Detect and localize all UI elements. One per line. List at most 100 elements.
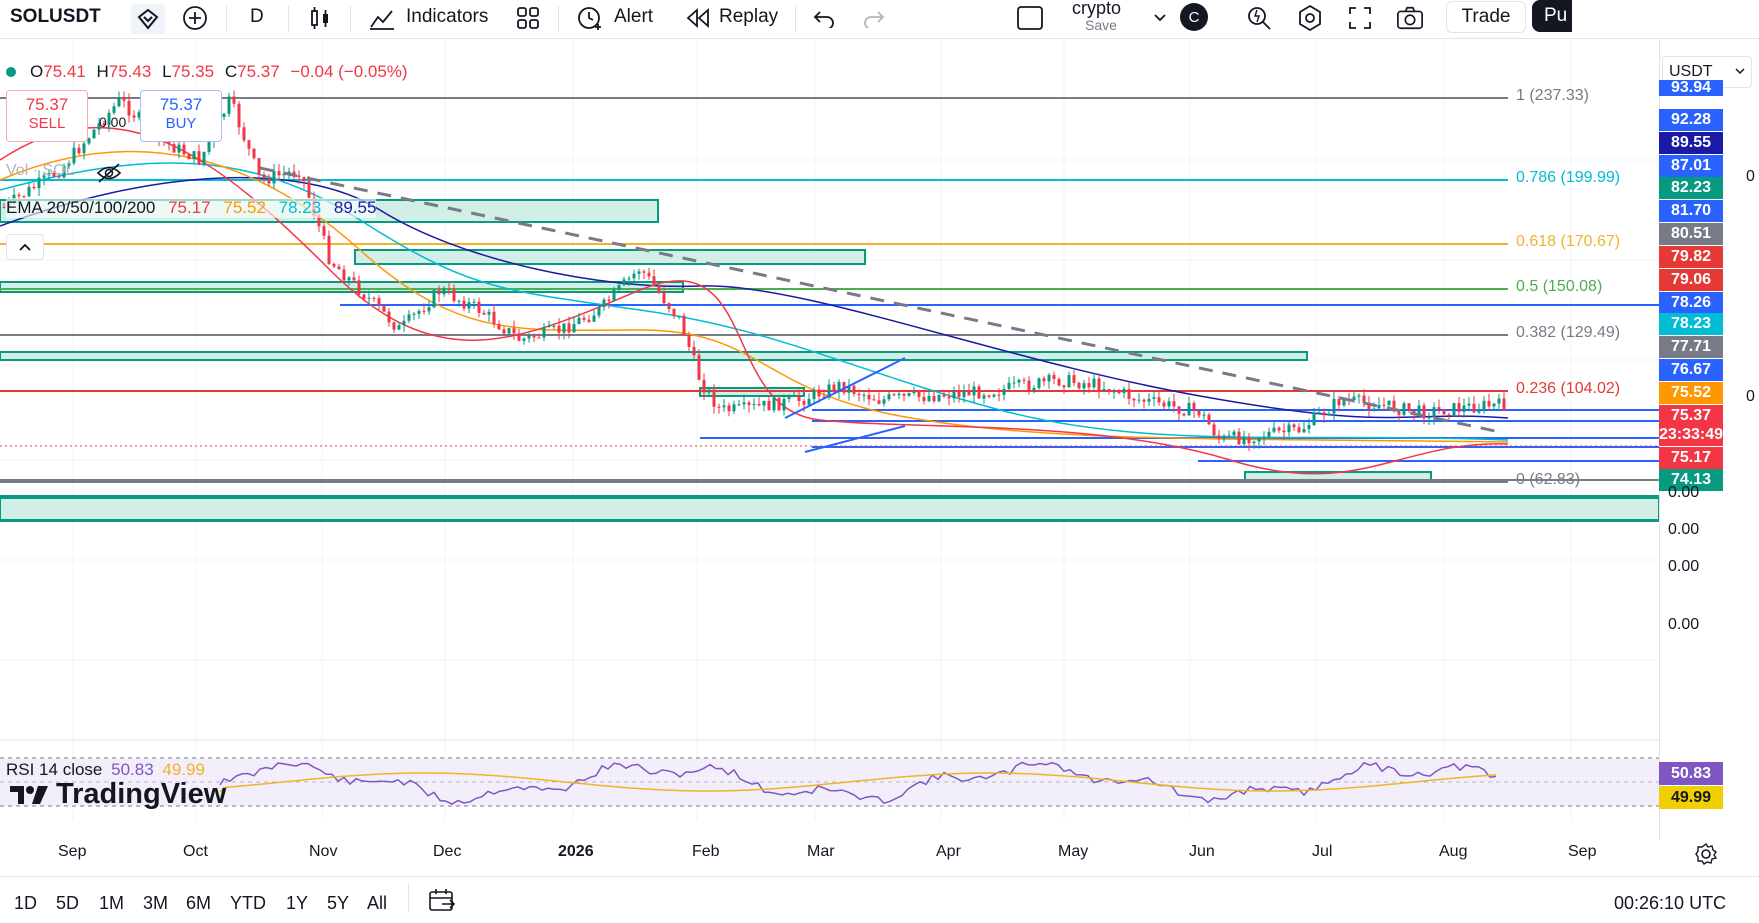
candle-body: [722, 405, 726, 408]
collapse-legend-button[interactable]: [6, 234, 44, 260]
candle-body: [502, 329, 506, 334]
candle-body: [327, 235, 331, 264]
chevron-up-icon: [19, 243, 31, 251]
fib-level-label: 0.382 (129.49): [1516, 324, 1621, 341]
candle-body: [187, 154, 191, 160]
templates-grid-icon[interactable]: [514, 4, 542, 32]
quick-search-icon[interactable]: [1245, 4, 1273, 32]
candle-body: [1257, 437, 1261, 442]
indicators-icon[interactable]: [368, 4, 396, 32]
layout-square-icon[interactable]: [1016, 4, 1044, 32]
time-axis-label: Oct: [183, 843, 208, 860]
range-button-6m[interactable]: 6M: [186, 893, 211, 914]
axis-settings-gear-icon[interactable]: [1694, 842, 1718, 866]
candle-body: [262, 174, 266, 179]
candles-icon[interactable]: [306, 4, 334, 32]
candle-body: [1197, 410, 1201, 416]
candle-body: [1042, 378, 1046, 382]
range-button-all[interactable]: All: [367, 893, 387, 914]
rsi-tag-value: 50.83: [1670, 764, 1712, 782]
indicators-button[interactable]: Indicators: [406, 6, 488, 28]
utc-clock[interactable]: 00:26:10 UTC: [1614, 893, 1726, 914]
candle-body: [222, 113, 226, 117]
candle-body: [272, 171, 276, 184]
hide-eye-icon[interactable]: [96, 162, 122, 184]
range-button-3m[interactable]: 3M: [143, 893, 168, 914]
candle-body: [897, 393, 901, 396]
candle-body: [987, 395, 991, 397]
camera-snapshot-icon[interactable]: [1396, 4, 1424, 32]
candle-body: [1232, 431, 1236, 436]
candle-body: [727, 405, 731, 412]
range-button-5d[interactable]: 5D: [56, 893, 79, 914]
candle-body: [747, 402, 751, 405]
replay-button[interactable]: Replay: [719, 6, 778, 28]
zone-rect: [0, 281, 684, 293]
chart-canvas[interactable]: [0, 40, 1759, 880]
candle-body: [27, 186, 31, 197]
candle-body: [742, 402, 746, 405]
price-axis-tag: 75.17: [1659, 447, 1723, 469]
replay-icon[interactable]: [684, 4, 712, 32]
ema200-value: 89.55: [333, 198, 377, 217]
candle-body: [92, 129, 96, 139]
price-axis-label: 0.00: [1668, 558, 1700, 575]
candle-body: [227, 96, 231, 114]
range-button-1d[interactable]: 1D: [14, 893, 37, 914]
fullscreen-icon[interactable]: [1346, 4, 1374, 32]
trade-button[interactable]: Trade: [1446, 1, 1526, 33]
candle-body: [1217, 435, 1221, 440]
candle-body: [977, 386, 981, 399]
price-axis-tag: 92.28: [1659, 109, 1723, 131]
alert-button[interactable]: Alert: [614, 6, 653, 28]
candle-body: [667, 303, 671, 309]
candle-body: [1277, 427, 1281, 431]
candle-body: [587, 319, 591, 322]
publish-button[interactable]: Pu: [1532, 0, 1572, 32]
candle-body: [552, 325, 556, 327]
avatar[interactable]: C: [1180, 3, 1208, 31]
price-axis-tag: 81.70: [1659, 200, 1723, 222]
range-button-1y[interactable]: 1Y: [286, 893, 308, 914]
rsi-ma-tag-value: 49.99: [1670, 788, 1712, 806]
close-value: 75.37: [237, 62, 280, 81]
candle-body: [862, 394, 866, 396]
redo-icon[interactable]: [860, 4, 888, 32]
undo-icon[interactable]: [810, 4, 838, 32]
buy-button[interactable]: 75.37 BUY: [140, 90, 222, 142]
date-range-calendar-icon[interactable]: [428, 888, 456, 914]
range-button-1m[interactable]: 1M: [99, 893, 124, 914]
price-axis-tag: 79.06: [1659, 269, 1723, 291]
horizontal-levels[interactable]: [0, 304, 1659, 522]
candle-body: [1002, 388, 1006, 395]
alert-clock-icon[interactable]: [576, 4, 604, 32]
candle-body: [622, 279, 626, 286]
candle-body: [517, 333, 521, 341]
candle-body: [1087, 383, 1091, 388]
rsi-value: 50.83: [111, 760, 154, 779]
compare-diamond-icon[interactable]: [131, 4, 165, 34]
trade-label: Trade: [1461, 6, 1511, 27]
add-symbol-icon[interactable]: [181, 4, 209, 32]
chevron-down-icon[interactable]: [1146, 4, 1174, 32]
candle-body: [1167, 401, 1171, 407]
symbol-name[interactable]: SOLUSDT: [10, 6, 101, 28]
price-axis-label: 0.00: [1668, 521, 1700, 538]
candle-body: [1172, 401, 1176, 407]
interval-button[interactable]: D: [250, 6, 264, 28]
settings-gear-icon[interactable]: [1296, 4, 1324, 32]
candle-body: [332, 263, 336, 267]
toolbar-divider: [350, 6, 351, 32]
tradingview-logo[interactable]: TradingView: [10, 778, 226, 811]
price-axis-tag: 76.67: [1659, 359, 1723, 381]
sell-button[interactable]: 75.37 SELL: [6, 90, 88, 142]
price-axis-tag: 82.23: [1659, 177, 1723, 199]
high-value: 75.43: [108, 62, 152, 81]
candle-body: [1112, 391, 1116, 393]
candle-body: [1417, 405, 1421, 414]
candle-body: [1102, 388, 1106, 391]
candle-body: [1202, 414, 1206, 416]
candle-body: [677, 315, 681, 317]
range-button-5y[interactable]: 5Y: [327, 893, 349, 914]
range-button-ytd[interactable]: YTD: [230, 893, 266, 914]
